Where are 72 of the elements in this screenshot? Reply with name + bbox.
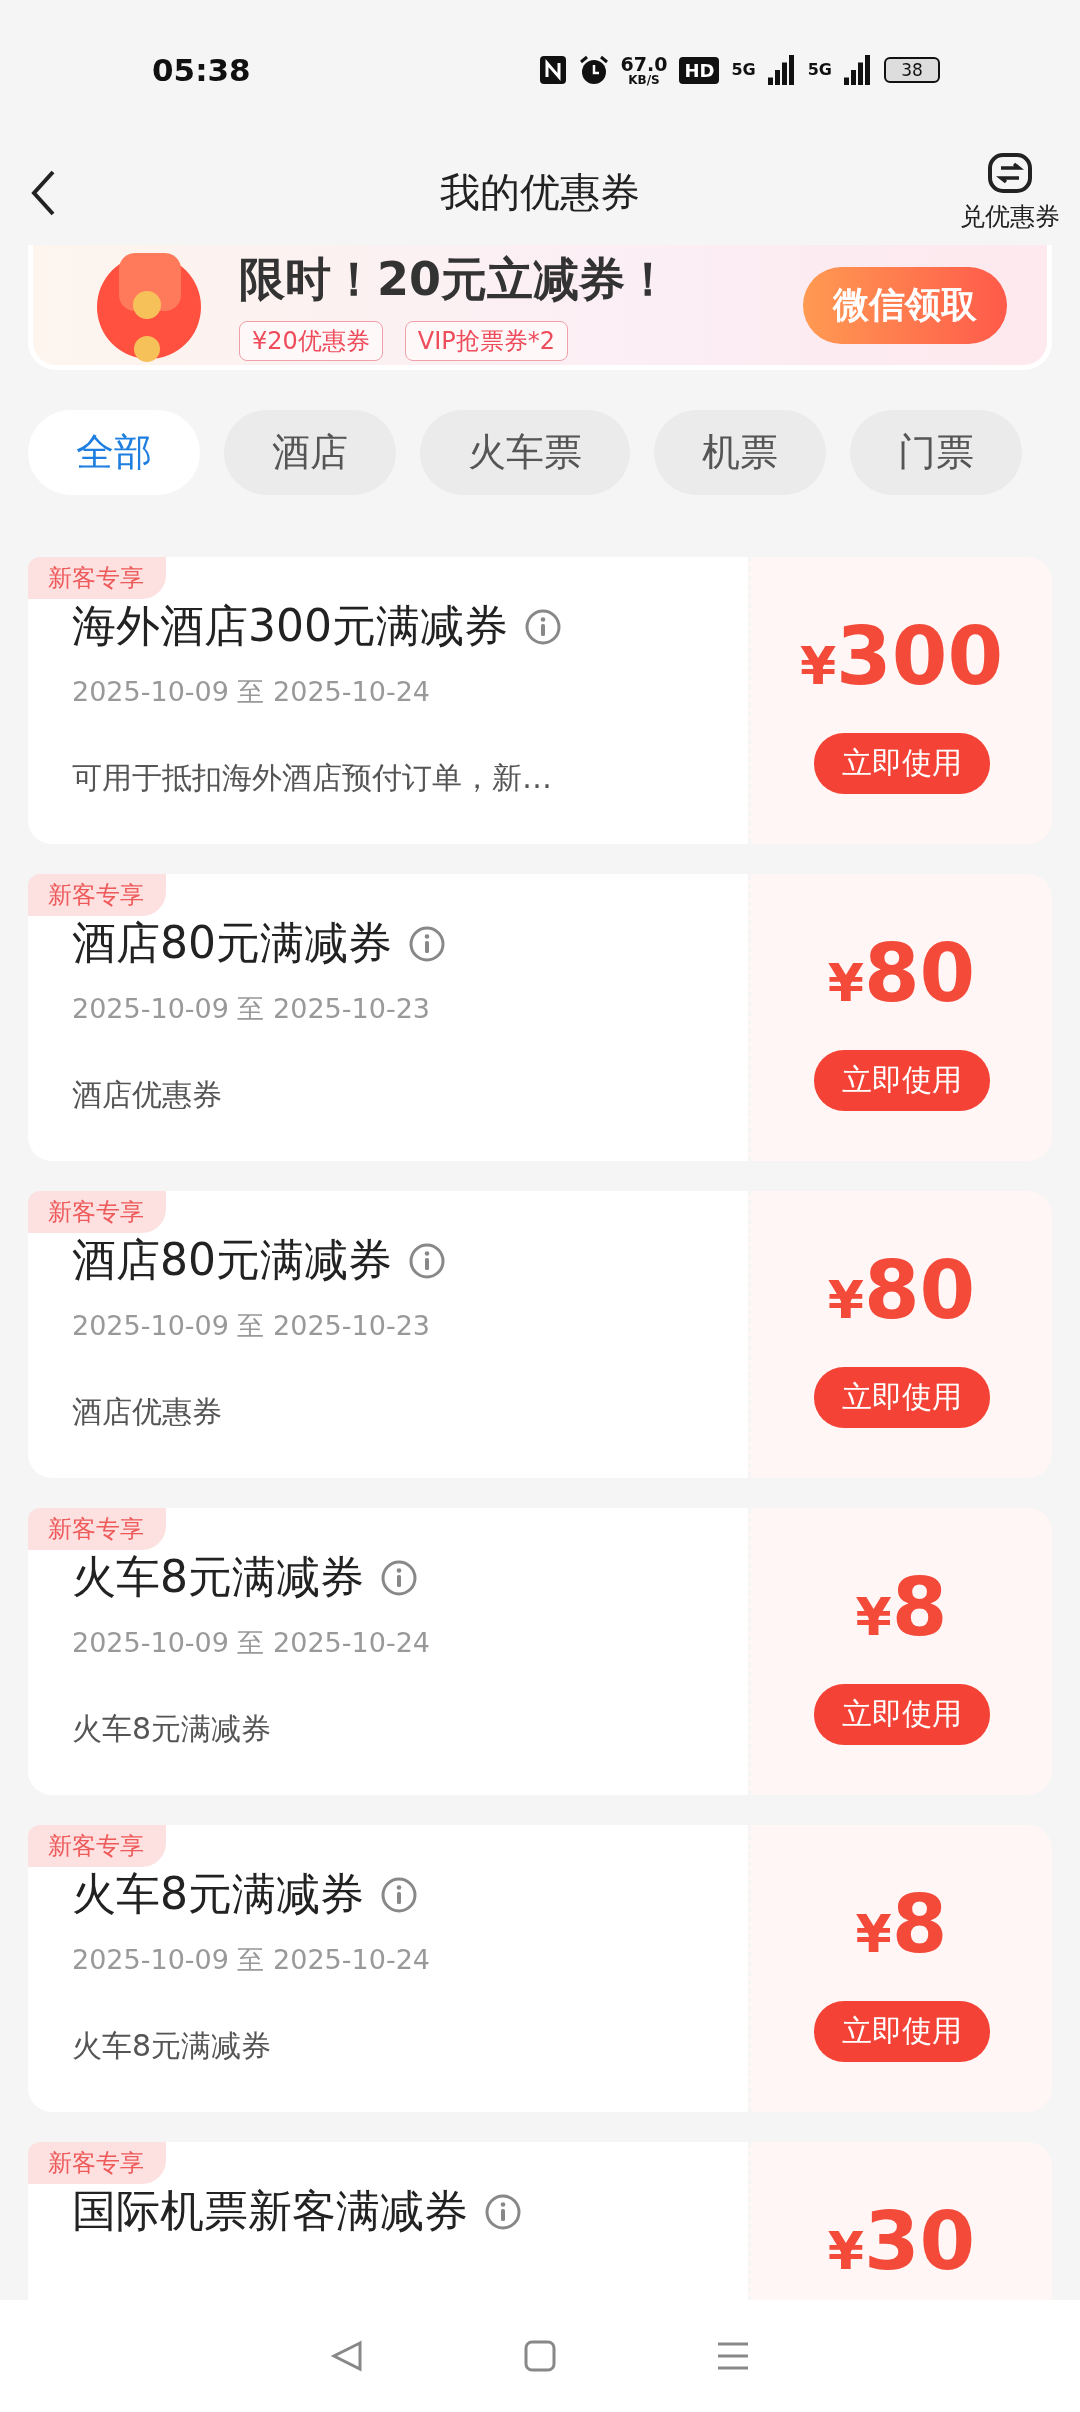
network-type: 5G bbox=[807, 62, 832, 78]
hd-badge: HD bbox=[679, 56, 720, 84]
status-time: 05:38 bbox=[152, 52, 251, 88]
network-type: 5G bbox=[731, 62, 756, 78]
info-icon[interactable] bbox=[408, 924, 446, 963]
category-tab[interactable]: 酒店 bbox=[224, 410, 396, 495]
new-customer-tag: 新客专享 bbox=[28, 1508, 166, 1550]
coupon-amount: 8 bbox=[891, 1885, 948, 1965]
coupon-description: 火车8元满减券 bbox=[72, 1710, 273, 1748]
coupon-dates: 2025-10-09 至 2025-10-24 bbox=[72, 1626, 431, 1660]
coupon-amount: 80 bbox=[863, 934, 976, 1014]
category-tab[interactable]: 全部 bbox=[28, 410, 200, 495]
info-icon[interactable] bbox=[484, 2192, 522, 2231]
coupon-title: 酒店80元满减券 bbox=[72, 916, 392, 970]
coupon-dates: 2025-10-09 至 2025-10-24 bbox=[72, 675, 431, 709]
use-now-button[interactable]: 立即使用 bbox=[813, 1367, 990, 1428]
coupon-description: 火车8元满减券 bbox=[72, 2027, 273, 2065]
coupon-title: 酒店80元满减券 bbox=[72, 1233, 392, 1287]
coupon-dates: 2025-10-09 至 2025-10-24 bbox=[72, 1943, 431, 1977]
coupon-description: 可用于抵扣海外酒店预付订单，新… bbox=[72, 759, 553, 797]
coupon-title: 火车8元满减券 bbox=[72, 1550, 364, 1604]
nfc-icon bbox=[538, 55, 567, 85]
banner-chip: VIP抢票券*2 bbox=[404, 321, 569, 361]
exchange-icon bbox=[987, 152, 1033, 194]
menu-icon[interactable] bbox=[716, 2341, 750, 2371]
use-now-button[interactable]: 立即使用 bbox=[813, 1050, 990, 1111]
currency-symbol: ¥ bbox=[827, 1270, 864, 1330]
promo-banner[interactable]: 限时！20元立减券！ ¥20优惠券 VIP抢票券*2 微信领取 bbox=[28, 245, 1052, 370]
redeem-coupon-button[interactable]: 兑优惠券 bbox=[960, 152, 1060, 233]
new-customer-tag: 新客专享 bbox=[28, 557, 166, 599]
coupon-amount: 30 bbox=[863, 2202, 976, 2282]
page-title: 我的优惠券 bbox=[440, 168, 640, 217]
signal-icon bbox=[844, 55, 872, 85]
info-icon[interactable] bbox=[408, 1241, 446, 1280]
info-icon[interactable] bbox=[380, 1875, 418, 1914]
use-now-button[interactable]: 立即使用 bbox=[813, 733, 990, 794]
claim-button[interactable]: 微信领取 bbox=[803, 266, 1007, 344]
use-now-button[interactable]: 立即使用 bbox=[813, 1684, 990, 1745]
speed-unit: KB/S bbox=[628, 73, 660, 86]
coupon-amount: 8 bbox=[891, 1568, 948, 1648]
currency-symbol: ¥ bbox=[827, 2221, 864, 2281]
network-speed: 67.0 bbox=[620, 54, 668, 74]
banner-headline: 限时！20元立减券！ bbox=[239, 251, 672, 308]
coupon-description: 酒店优惠券 bbox=[72, 1393, 223, 1431]
coupon-title: 火车8元满减券 bbox=[72, 1867, 364, 1921]
use-now-button[interactable]: 立即使用 bbox=[813, 2001, 990, 2062]
currency-symbol: ¥ bbox=[827, 953, 864, 1013]
currency-symbol: ¥ bbox=[855, 1904, 892, 1964]
coupon-title: 海外酒店300元满减券 bbox=[72, 599, 508, 653]
coupon-amount: 80 bbox=[863, 1251, 976, 1331]
home-icon[interactable] bbox=[524, 2340, 556, 2372]
new-customer-tag: 新客专享 bbox=[28, 1825, 166, 1867]
coupon-dates: 2025-10-09 至 2025-10-23 bbox=[72, 1309, 431, 1343]
category-tab[interactable]: 火车票 bbox=[420, 410, 630, 495]
info-icon[interactable] bbox=[524, 607, 562, 646]
currency-symbol: ¥ bbox=[855, 1587, 892, 1647]
coupon-title: 国际机票新客满减券 bbox=[72, 2184, 468, 2238]
battery-icon: 38 bbox=[884, 57, 940, 83]
coupon-description: 酒店优惠券 bbox=[72, 1076, 223, 1114]
coupon-dates: 2025-10-09 至 2025-10-23 bbox=[72, 992, 431, 1026]
back-icon[interactable] bbox=[30, 168, 56, 217]
new-customer-tag: 新客专享 bbox=[28, 1191, 166, 1233]
info-icon[interactable] bbox=[380, 1558, 418, 1597]
currency-symbol: ¥ bbox=[799, 636, 837, 696]
new-customer-tag: 新客专享 bbox=[28, 2142, 166, 2184]
signal-icon bbox=[767, 55, 796, 85]
new-customer-tag: 新客专享 bbox=[28, 874, 166, 916]
banner-chip: ¥20优惠券 bbox=[239, 321, 383, 361]
category-tab[interactable]: 机票 bbox=[654, 410, 826, 495]
coupon-amount: 300 bbox=[836, 617, 1004, 697]
alarm-icon bbox=[578, 55, 609, 85]
category-tab[interactable]: 门票 bbox=[850, 410, 1022, 495]
